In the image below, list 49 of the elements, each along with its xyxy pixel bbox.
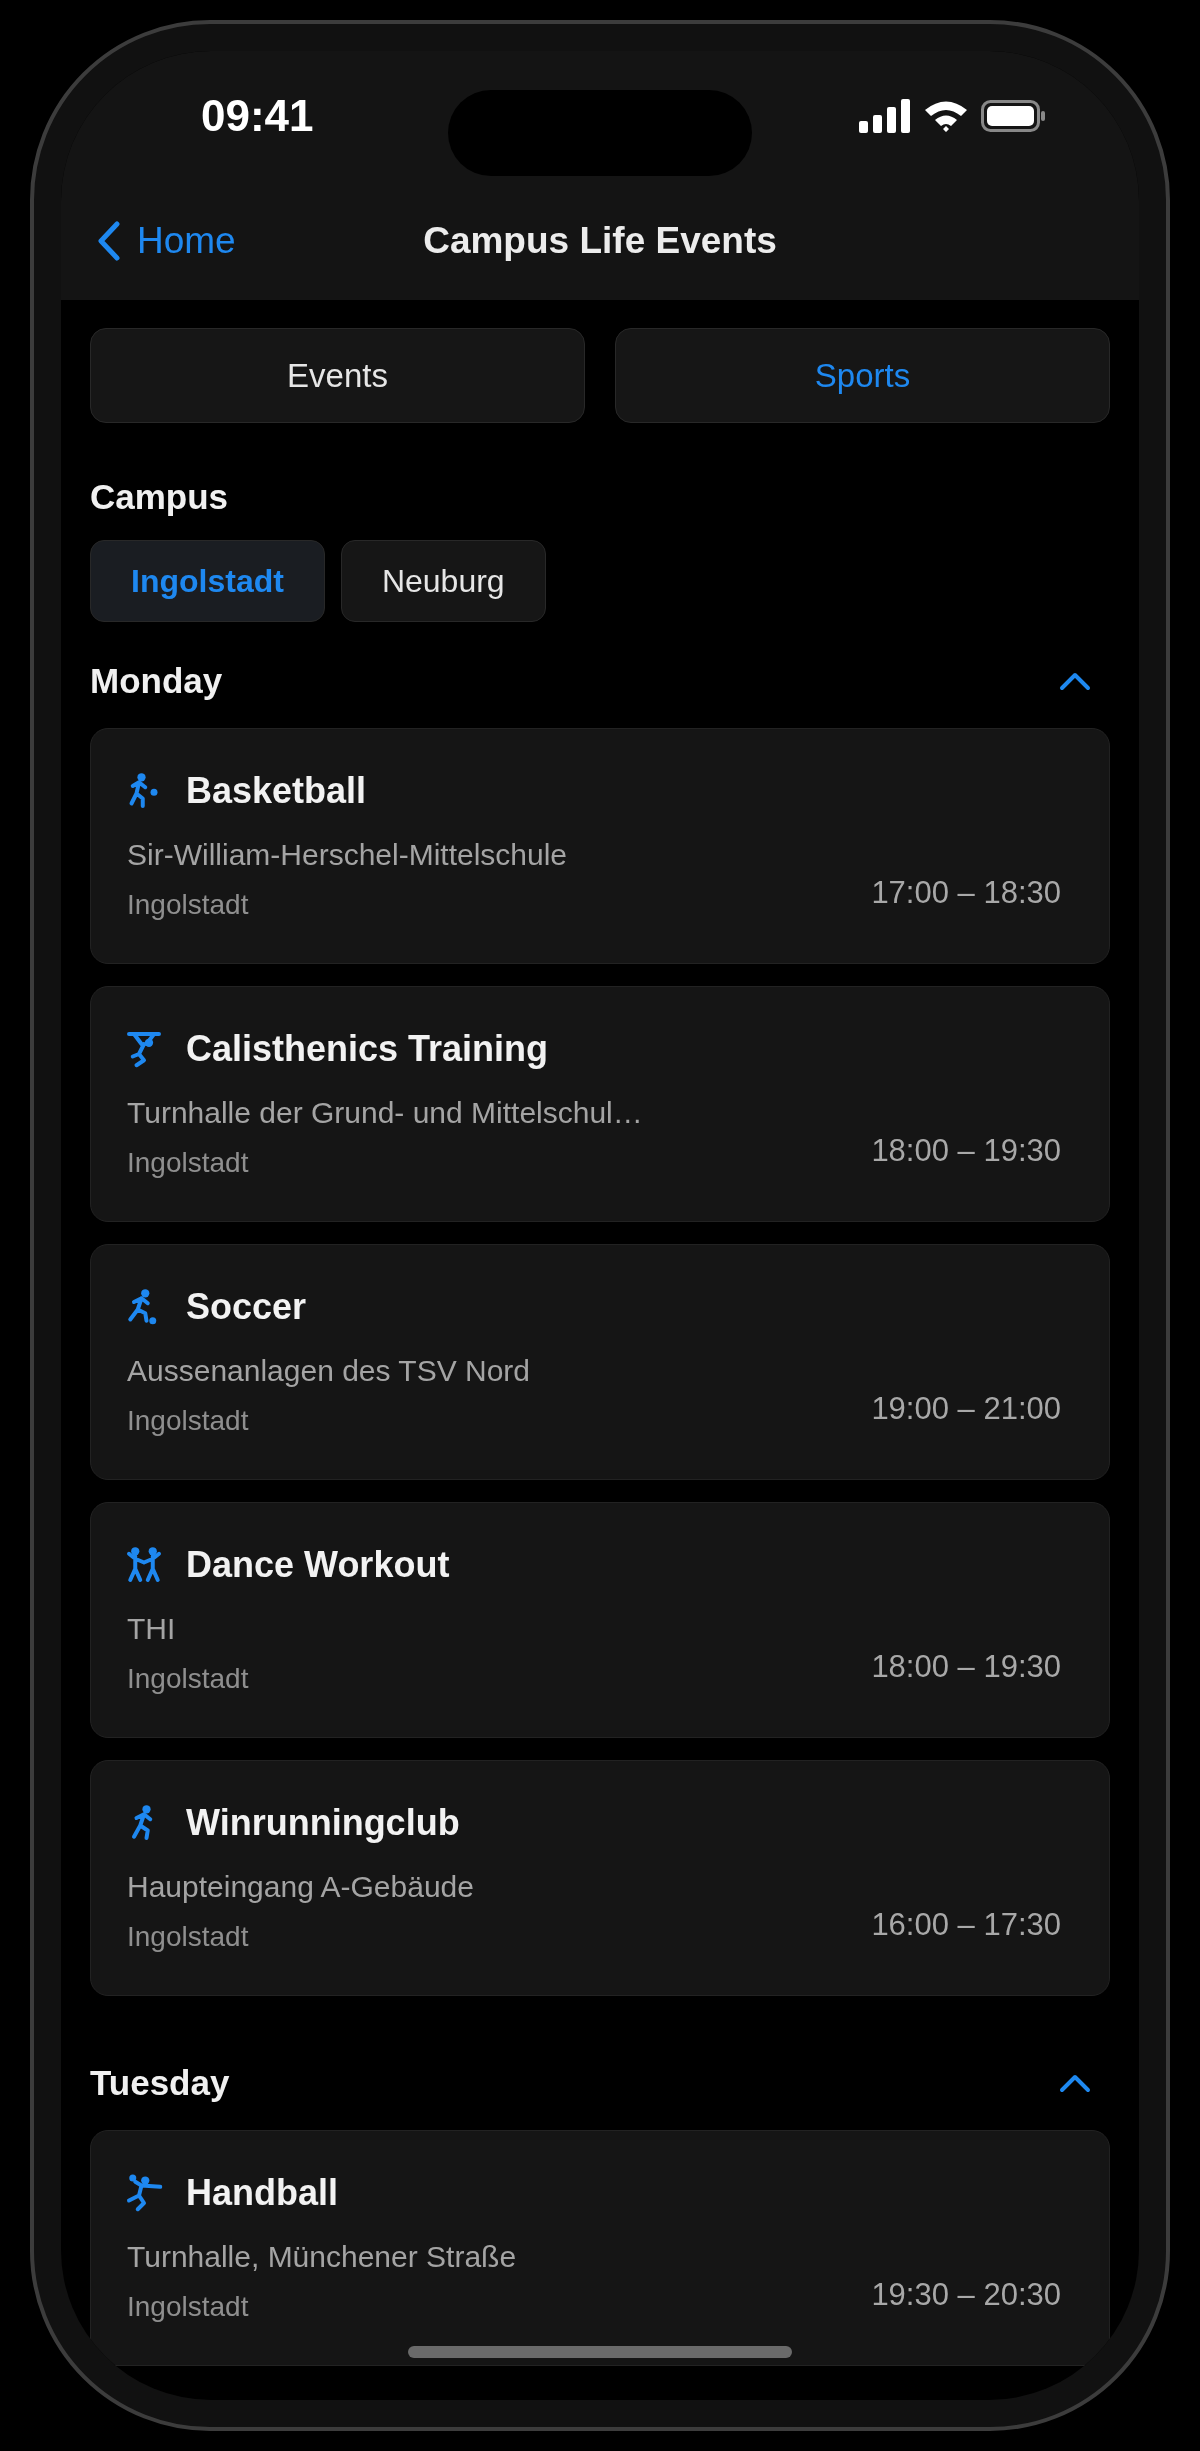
event-card[interactable]: Calisthenics Training Turnhalle der Grund- und Mittelschul… Ingolstadt 18:00 – 19:30	[90, 986, 1110, 1222]
event-city: Ingolstadt	[126, 1662, 250, 1696]
collapse-chevron-icon[interactable]	[1058, 2072, 1092, 2094]
segment-tab[interactable]: Sports	[615, 328, 1110, 423]
event-venue: Turnhalle der Grund- und Mittelschul…	[126, 1095, 643, 1131]
event-time: 18:00 – 19:30	[871, 1133, 1061, 1169]
wifi-icon	[923, 99, 969, 133]
event-city: Ingolstadt	[126, 2290, 250, 2324]
event-city: Ingolstadt	[126, 888, 250, 922]
event-title: Handball	[186, 2172, 338, 2214]
hanging-figure-icon	[124, 1029, 164, 1069]
collapse-chevron-icon[interactable]	[1058, 670, 1092, 692]
campus-chip[interactable]: Neuburg	[340, 540, 546, 622]
battery-icon	[981, 99, 1047, 133]
event-title: Basketball	[186, 770, 367, 812]
campus-chip[interactable]: Ingolstadt	[90, 540, 325, 622]
segment-tab[interactable]: Events	[90, 328, 585, 423]
event-title: Soccer	[186, 1286, 307, 1328]
event-venue: Sir-William-Herschel-Mittelschule	[126, 837, 568, 873]
back-button[interactable]: Home	[97, 219, 236, 262]
day-heading: Monday	[90, 661, 223, 701]
event-city: Ingolstadt	[126, 1920, 250, 1954]
signal-icon	[859, 99, 911, 133]
event-card[interactable]: Handball Turnhalle, Münchener Straße Ingolstadt 19:30 – 20:30	[90, 2130, 1110, 2366]
back-chevron-icon	[97, 220, 121, 261]
event-card[interactable]: Winrunningclub Haupteingang A-Gebäude Ingolstadt 16:00 – 17:30	[90, 1760, 1110, 1996]
event-city: Ingolstadt	[126, 1146, 250, 1180]
event-time: 19:00 – 21:00	[871, 1391, 1061, 1427]
section-label: Campus	[90, 477, 230, 517]
event-time: 17:00 – 18:30	[871, 875, 1061, 911]
event-venue: Aussenanlagen des TSV Nord	[126, 1353, 531, 1389]
event-venue: Haupteingang A-Gebäude	[126, 1869, 474, 1905]
dancing-couple-icon	[124, 1545, 164, 1585]
event-title: Dance Workout	[186, 1544, 450, 1586]
event-city: Ingolstadt	[126, 1404, 250, 1438]
throwing-figure-icon	[124, 2173, 164, 2213]
event-venue: Turnhalle, Münchener Straße	[126, 2239, 517, 2275]
event-time: 16:00 – 17:30	[871, 1907, 1061, 1943]
event-time: 19:30 – 20:30	[871, 2277, 1061, 2313]
event-card[interactable]: Soccer Aussenanlagen des TSV Nord Ingolstadt 19:00 – 21:00	[90, 1244, 1110, 1480]
event-title: Winrunningclub	[186, 1802, 460, 1844]
event-title: Calisthenics Training	[186, 1028, 549, 1070]
event-card[interactable]: Basketball Sir-William-Herschel-Mittelschule Ingolstadt 17:00 – 18:30	[90, 728, 1110, 964]
status-time: 09:41	[201, 91, 314, 141]
event-venue: THI	[126, 1611, 177, 1647]
event-time: 18:00 – 19:30	[871, 1649, 1061, 1685]
event-card[interactable]: Dance Workout THI Ingolstadt 18:00 – 19:30	[90, 1502, 1110, 1738]
day-heading: Tuesday	[90, 2063, 230, 2103]
page-title: Campus Life Events	[423, 219, 777, 262]
